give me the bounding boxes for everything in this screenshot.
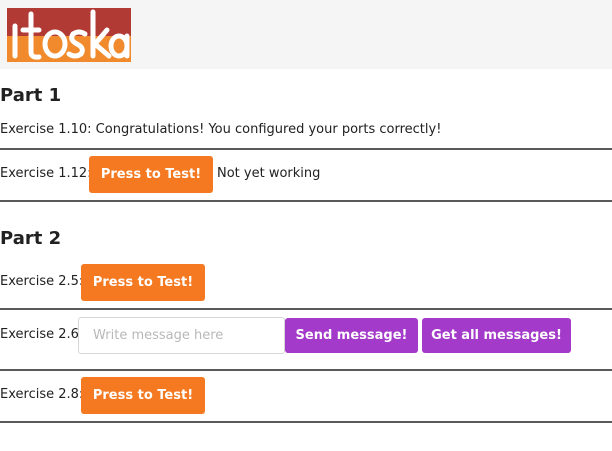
divider [0, 421, 612, 423]
divider [0, 308, 612, 310]
message-input[interactable] [78, 317, 285, 354]
exercise-2-5-test-button[interactable]: Press to Test! [81, 264, 205, 301]
exercise-2-8-test-button[interactable]: Press to Test! [81, 377, 205, 414]
exercise-1-12-label: Exercise 1.12: [0, 166, 92, 181]
itoska-logo: itoska [7, 8, 131, 62]
exercise-1-10-text: Exercise 1.10: Congratulations! You conf… [0, 122, 442, 137]
get-all-messages-button[interactable]: Get all messages! [422, 318, 571, 353]
app-header: itoska [0, 0, 612, 69]
exercise-2-6-label: Exercise 2.6: [0, 327, 84, 342]
exercise-1-12-status: Not yet working [217, 166, 321, 181]
exercise-2-5-label: Exercise 2.5: [0, 274, 84, 289]
send-message-button[interactable]: Send message! [285, 318, 418, 353]
exercise-1-12-test-button[interactable]: Press to Test! [89, 156, 213, 193]
part-1-heading: Part 1 [0, 85, 62, 106]
part-2-heading: Part 2 [0, 228, 62, 249]
divider [0, 369, 612, 371]
divider [0, 200, 612, 202]
exercise-2-8-label: Exercise 2.8: [0, 387, 84, 402]
divider [0, 148, 612, 150]
